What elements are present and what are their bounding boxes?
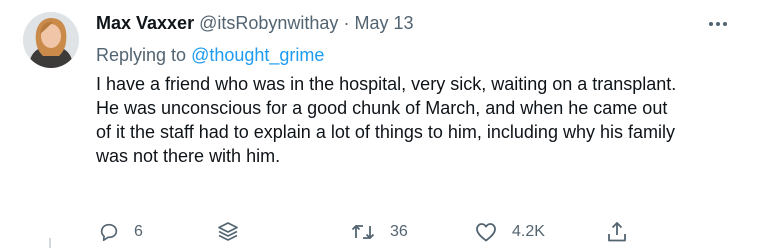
replying-to-link[interactable]: @thought_grime [191,45,324,65]
tweet-text-line: of it the staff had to explain a lot of … [96,122,675,142]
tweet-date[interactable]: May 13 [354,13,413,33]
retweet-count: 36 [390,223,408,240]
heart-icon [476,223,496,242]
author-handle[interactable]: @itsRobynwithay [199,13,338,33]
reply-button[interactable]: 6 [98,218,143,246]
tweet-text-line: I have a friend who was in the hospital,… [96,74,677,94]
action-bar: 6 36 4.2K [0,218,758,248]
share-button[interactable] [606,218,628,246]
like-button[interactable]: 4.2K [474,218,545,246]
share-icon [608,222,626,242]
tweet-text-line: He was unconscious for a good chunk of M… [96,98,668,118]
replying-to-line: Replying to @thought_grime [96,44,324,66]
tweet-text: I have a friend who was in the hospital,… [96,72,736,168]
stack-layers-icon [218,222,238,241]
author-name[interactable]: Max Vaxxer [96,13,194,33]
retweet-icon [351,225,375,239]
like-count: 4.2K [512,223,545,240]
replying-prefix: Replying to [96,45,187,65]
stack-button[interactable] [216,218,240,246]
more-options-button[interactable] [704,14,732,34]
reply-count: 6 [134,223,143,240]
tweet-text-line: was not there with him. [96,146,281,166]
header-separator: · [343,13,350,33]
avatar[interactable] [23,12,79,68]
retweet-button[interactable]: 36 [350,218,408,246]
tweet-header: Max Vaxxer @itsRobynwithay · May 13 [96,12,413,34]
tweet: Max Vaxxer @itsRobynwithay · May 13 Repl… [0,0,758,248]
more-dots-icon [709,22,727,26]
reply-bubble-icon [100,223,118,242]
